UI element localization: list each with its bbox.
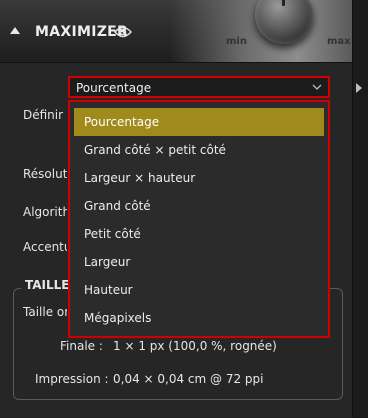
taille-originale-label: Taille originale xyxy=(23,305,67,319)
finale-value: 1 × 1 px (100,0 %, rognée) xyxy=(113,339,277,353)
impression-value: 0,04 × 0,04 cm @ 72 ppi xyxy=(113,372,264,386)
dropdown-option-pourcentage[interactable]: Pourcentage xyxy=(74,108,324,136)
dropdown-option-hauteur[interactable]: Hauteur xyxy=(70,276,328,304)
definir-label: Définir xyxy=(23,108,64,122)
knob-indicator xyxy=(282,0,285,6)
side-scrollbar[interactable] xyxy=(352,0,368,418)
dropdown-option-grand-cote[interactable]: Grand côté xyxy=(70,192,328,220)
eye-visibility-icon[interactable] xyxy=(114,26,132,38)
definir-select[interactable]: Pourcentage xyxy=(68,76,330,98)
select-current-value: Pourcentage xyxy=(76,81,152,95)
dropdown-option-grand-petit[interactable]: Grand côté × petit côté xyxy=(70,136,328,164)
impression-label: Impression : xyxy=(35,372,109,386)
definir-dropdown-menu: Pourcentage Grand côté × petit côté Larg… xyxy=(68,100,330,338)
expand-right-arrow-icon[interactable] xyxy=(356,83,362,93)
panel-header: MAXIMIZER min max xyxy=(0,0,352,63)
knob-max-label: max xyxy=(327,36,351,47)
dropdown-option-largeur[interactable]: Largeur xyxy=(70,248,328,276)
knob-min-label: min xyxy=(226,36,247,47)
finale-label: Finale : xyxy=(60,339,103,353)
accentuation-label: Accentuation xyxy=(23,240,67,254)
chevron-down-icon xyxy=(312,84,322,90)
resolution-label: Résolution xyxy=(23,167,67,181)
algorithme-label: Algorithme xyxy=(23,205,67,219)
dropdown-option-largeur-hauteur[interactable]: Largeur × hauteur xyxy=(70,164,328,192)
collapse-triangle-icon[interactable] xyxy=(10,27,20,34)
dropdown-option-petit-cote[interactable]: Petit côté xyxy=(70,220,328,248)
dropdown-option-megapixels[interactable]: Mégapixels xyxy=(70,304,328,332)
